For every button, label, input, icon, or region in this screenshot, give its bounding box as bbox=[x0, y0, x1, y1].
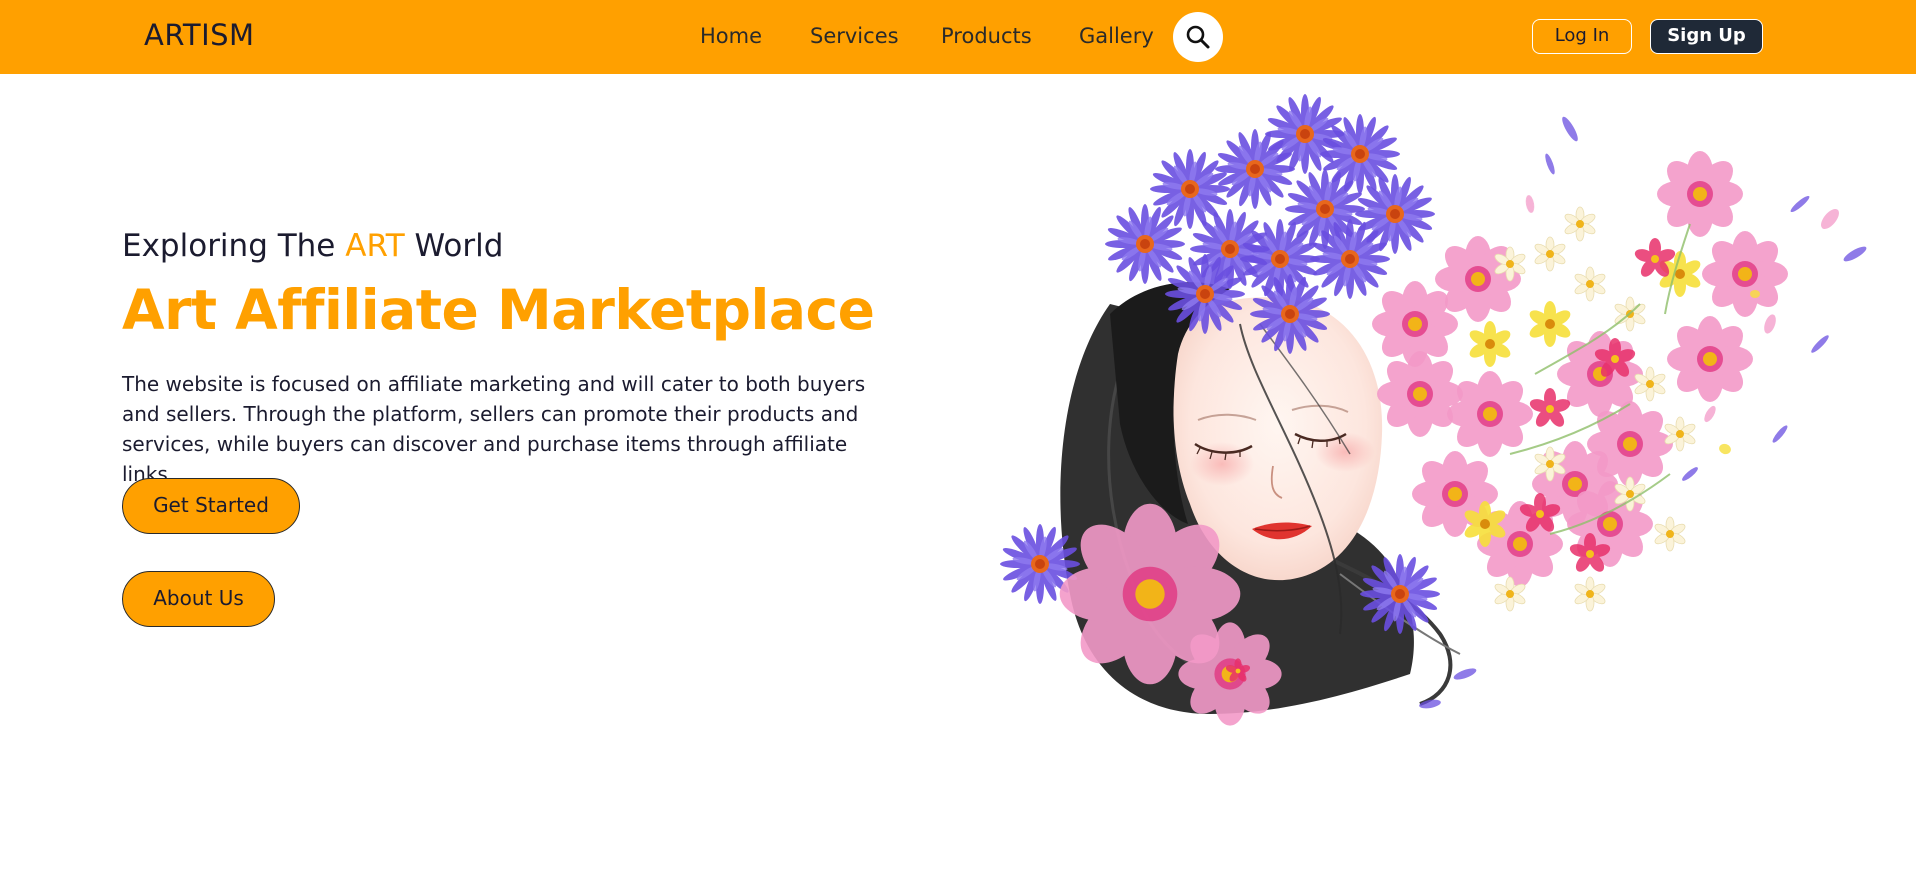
top-navbar: ARTISM Home Services Products Gallery Lo… bbox=[0, 0, 1916, 74]
eyebrow-suffix: World bbox=[414, 228, 504, 264]
search-icon bbox=[1186, 25, 1210, 49]
about-us-button[interactable]: About Us bbox=[122, 571, 275, 627]
hero-artwork-image bbox=[1000, 94, 1867, 726]
nav-products-link[interactable]: Products bbox=[941, 24, 1032, 48]
brand-logo[interactable]: ARTISM bbox=[144, 18, 255, 52]
hero-description: The website is focused on affiliate mark… bbox=[122, 372, 866, 486]
get-started-button[interactable]: Get Started bbox=[122, 478, 300, 534]
search-button[interactable] bbox=[1173, 12, 1223, 62]
nav-services-link[interactable]: Services bbox=[810, 24, 899, 48]
nav-home-link[interactable]: Home bbox=[700, 24, 762, 48]
signup-button[interactable]: Sign Up bbox=[1650, 19, 1763, 54]
eyebrow-accent: ART bbox=[345, 228, 405, 264]
hero-eyebrow: Exploring The ART World bbox=[122, 228, 503, 264]
eyebrow-prefix: Exploring The bbox=[122, 228, 336, 264]
hero-title: Art Affiliate Marketplace bbox=[122, 278, 875, 342]
nav-gallery-link[interactable]: Gallery bbox=[1079, 24, 1154, 48]
login-button[interactable]: Log In bbox=[1532, 19, 1632, 54]
